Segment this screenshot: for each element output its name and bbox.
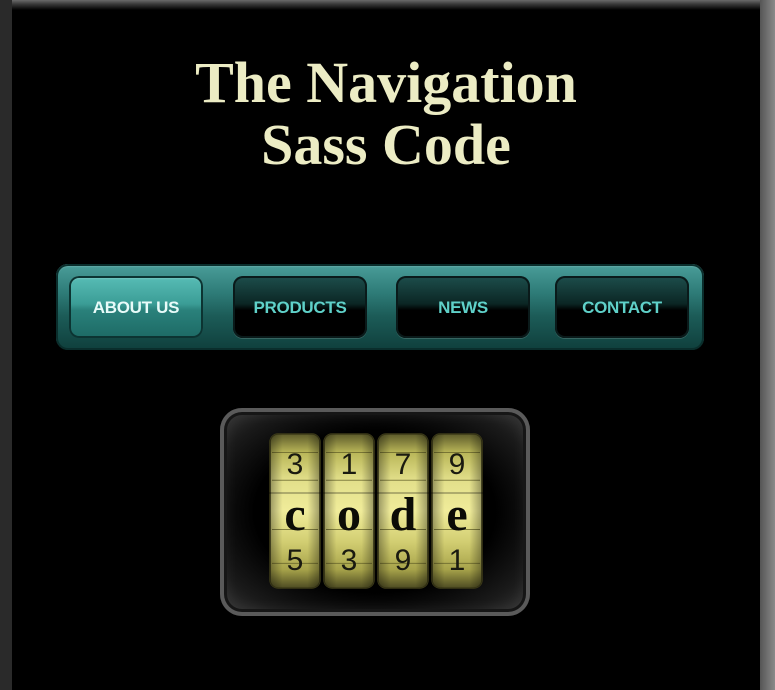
lock-wheel: 7 d9 [377,433,429,589]
lock-middle-letter: o [337,488,361,541]
nav-news-label: NEWS [438,298,488,317]
nav-products-label: PRODUCTS [253,298,347,317]
lock-band-line [266,492,486,494]
lock-bottom-digit: 5 [287,544,304,577]
page-title-line-1: The Navigation [195,50,577,115]
page-content: The Navigation Sass Code ABOUT US PRODUC… [12,10,760,690]
combination-lock-graphic: 3c51o37d99e1 [266,433,486,589]
navigation-bar: ABOUT US PRODUCTS NEWS CONTACT [56,264,704,350]
lock-middle-letter: d [390,488,417,541]
lock-wheel: 1 o3 [323,433,375,589]
nav-about-us-button[interactable]: ABOUT US [69,276,203,338]
nav-products-button[interactable]: PRODUCTS [233,276,367,338]
lock-top-digit: 1 [341,448,358,481]
lock-wheel: 9 e1 [431,433,483,589]
lock-wheels: 3c51o37d99e1 [266,433,486,589]
lock-wheel: 3 c5 [269,433,321,589]
nav-news-button[interactable]: NEWS [396,276,530,338]
lock-top-digit: 3 [287,448,304,481]
page-title-line-2: Sass Code [261,112,511,177]
lock-top-digit: 9 [449,448,466,481]
nav-about-us-label: ABOUT US [92,298,180,317]
nav-contact-button[interactable]: CONTACT [555,276,689,338]
lock-bottom-digit: 1 [449,544,466,577]
lock-bottom-digit: 9 [395,544,412,577]
page-title: The Navigation Sass Code [12,52,760,176]
nav-contact-label: CONTACT [582,298,662,317]
lock-middle-letter: c [284,488,305,541]
lock-bottom-digit: 3 [341,544,358,577]
combination-lock-image: 3c51o37d99e1 [220,408,530,616]
page-frame-top [12,0,760,10]
lock-top-digit: 7 [395,448,412,481]
lock-middle-letter: e [446,488,467,541]
